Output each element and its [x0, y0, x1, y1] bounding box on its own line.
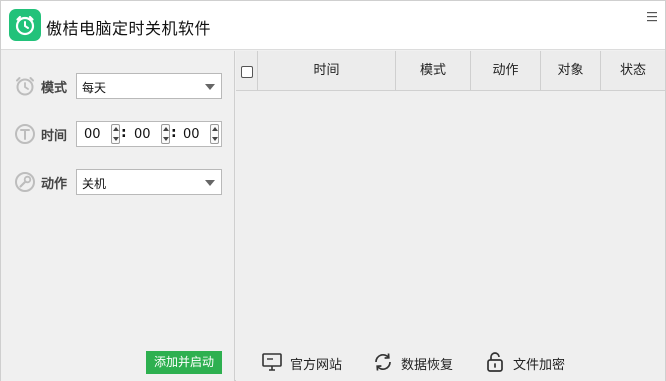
time-row: 时间 00 : 00 : 00	[13, 121, 223, 147]
file-encrypt-label: 文件加密	[513, 358, 566, 373]
action-select[interactable]: 关机	[76, 169, 222, 195]
add-and-start-button[interactable]: 添加并启动	[146, 351, 222, 374]
time-input[interactable]: 00 : 00 : 00	[76, 121, 222, 147]
spin-down-icon[interactable]	[163, 137, 169, 141]
select-all-checkbox[interactable]	[241, 66, 253, 78]
data-restore-button[interactable]: 数据恢复	[371, 347, 461, 377]
hamburger-menu-icon[interactable]	[645, 10, 659, 24]
select-all-cell	[236, 51, 258, 91]
second-stepper[interactable]	[210, 124, 219, 144]
column-header-target[interactable]: 对象	[541, 51, 601, 91]
second-value: 00	[183, 127, 200, 142]
table-header: 时间 模式 动作 对象 状态	[236, 51, 665, 91]
action-row: 动作 关机	[13, 169, 223, 195]
data-restore-label: 数据恢复	[401, 358, 454, 373]
column-header-status[interactable]: 状态	[601, 51, 665, 91]
alarm-clock-icon	[9, 9, 41, 41]
hour-stepper[interactable]	[111, 124, 120, 144]
website-label: 官方网站	[290, 358, 343, 373]
app-title: 傲桔电脑定时关机软件	[46, 19, 212, 38]
chevron-down-icon	[205, 180, 215, 186]
spin-up-icon[interactable]	[113, 127, 119, 131]
hour-field[interactable]: 00	[77, 122, 123, 146]
column-header-time[interactable]: 时间	[258, 51, 396, 91]
mode-value: 每天	[82, 81, 107, 95]
mode-label: 模式	[41, 81, 68, 96]
monitor-icon	[260, 350, 284, 374]
action-value: 关机	[82, 177, 107, 191]
chevron-down-icon	[205, 84, 215, 90]
spin-down-icon[interactable]	[212, 137, 218, 141]
column-header-mode[interactable]: 模式	[396, 51, 471, 91]
footer-toolbar: 官方网站 数据恢复 文件加密	[236, 347, 665, 377]
alarm-clock-icon	[13, 74, 37, 98]
website-button[interactable]: 官方网站	[260, 347, 350, 377]
minute-value: 00	[134, 127, 151, 142]
mode-row: 模式 每天	[13, 73, 223, 99]
spin-up-icon[interactable]	[212, 127, 218, 131]
app-window: 傲桔电脑定时关机软件 模式 每天 时间 00: 00: 00 动作 关机 添…	[0, 0, 666, 381]
minute-field[interactable]: 00	[127, 122, 173, 146]
hour-value: 00	[84, 127, 101, 142]
second-field[interactable]: 00	[176, 122, 222, 146]
time-separator: :	[121, 125, 127, 141]
spin-down-icon[interactable]	[113, 137, 119, 141]
settings-panel: 模式 每天 时间 00: 00: 00 动作 关机 添加并启动	[1, 51, 235, 381]
mode-select[interactable]: 每天	[76, 73, 222, 99]
title-bar: 傲桔电脑定时关机软件	[1, 1, 665, 50]
action-label: 动作	[41, 177, 68, 192]
lock-icon	[483, 350, 507, 374]
time-label: 时间	[41, 129, 68, 144]
minute-stepper[interactable]	[161, 124, 170, 144]
wrench-icon	[13, 170, 37, 194]
task-table: 时间 模式 动作 对象 状态 官方网站 数据恢复 文件加密	[236, 51, 665, 381]
refresh-icon	[371, 350, 395, 374]
spin-up-icon[interactable]	[163, 127, 169, 131]
timer-t-icon	[13, 122, 37, 146]
file-encrypt-button[interactable]: 文件加密	[483, 347, 573, 377]
column-header-action[interactable]: 动作	[471, 51, 541, 91]
